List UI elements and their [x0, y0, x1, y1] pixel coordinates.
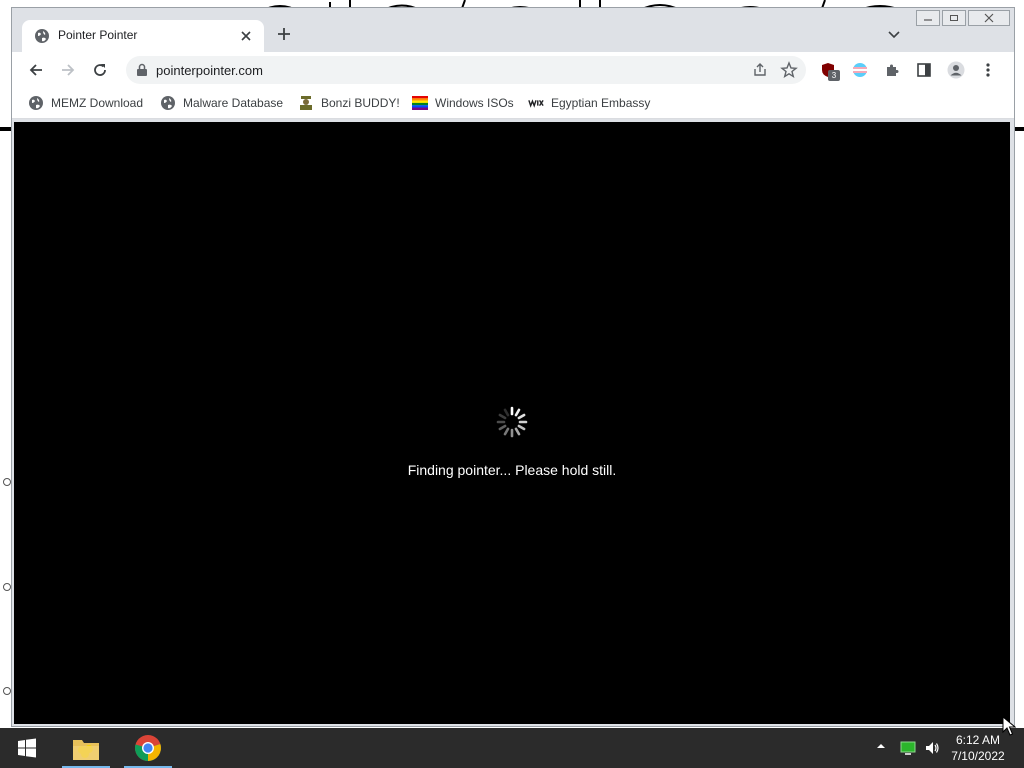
ublock-extension-button[interactable]: 3	[818, 60, 840, 81]
globe-icon	[28, 95, 44, 111]
page-content[interactable]: Finding pointer... Please hold still.	[14, 122, 1010, 724]
loading-spinner-icon	[496, 406, 528, 438]
address-bar[interactable]: pointerpointer.com	[126, 56, 806, 84]
kebab-menu-icon	[986, 63, 990, 77]
start-button[interactable]	[0, 728, 54, 768]
url-text[interactable]: pointerpointer.com	[156, 63, 263, 78]
trans-flag-icon	[853, 63, 867, 77]
status-message: Finding pointer... Please hold still.	[407, 462, 617, 478]
ublock-count-badge: 3	[828, 70, 840, 81]
globe-icon	[160, 95, 176, 111]
show-hidden-icons-chevron-icon[interactable]	[876, 742, 886, 750]
extensions-button[interactable]	[882, 60, 902, 80]
back-button[interactable]	[24, 58, 48, 82]
rainbow-flag-icon	[412, 95, 428, 111]
bookmarks-bar: MEMZ Download Malware Database Bonzi BUD…	[12, 88, 1014, 119]
taskbar-clock[interactable]: 6:12 AM 7/10/2022	[942, 732, 1014, 764]
tab-pointer-pointer[interactable]: Pointer Pointer	[22, 20, 264, 52]
side-panel-button[interactable]	[914, 60, 934, 80]
profile-button[interactable]	[946, 60, 966, 80]
volume-icon[interactable]	[924, 740, 940, 756]
share-icon[interactable]	[752, 62, 768, 78]
close-tab-icon[interactable]	[236, 26, 256, 46]
bonzi-icon	[298, 95, 314, 111]
bookmark-label: Bonzi BUDDY!	[321, 96, 400, 110]
bookmark-memz-download[interactable]: MEMZ Download	[28, 94, 143, 112]
globe-icon	[35, 29, 49, 43]
pride-extension-button[interactable]	[850, 60, 870, 80]
chrome-menu-button[interactable]	[978, 60, 998, 80]
minimize-button[interactable]	[916, 10, 940, 26]
bookmark-egyptian-embassy[interactable]: Egyptian Embassy	[528, 94, 650, 112]
tab-title: Pointer Pointer	[58, 28, 138, 42]
browser-window: Pointer Pointer pointerpointer.com 3 MEM…	[12, 8, 1014, 726]
clock-date: 7/10/2022	[951, 749, 1005, 763]
bookmark-star-icon[interactable]	[780, 61, 798, 79]
taskbar: 6:12 AM 7/10/2022	[0, 728, 1024, 768]
new-tab-button[interactable]	[274, 25, 294, 45]
maximize-button[interactable]	[942, 10, 966, 26]
close-window-button[interactable]	[968, 10, 1010, 26]
mouse-cursor-icon	[1002, 716, 1016, 736]
bookmark-label: Egyptian Embassy	[551, 96, 651, 110]
browser-toolbar: pointerpointer.com 3	[12, 52, 1014, 88]
bookmark-label: Windows ISOs	[435, 96, 514, 110]
bookmark-windows-isos[interactable]: Windows ISOs	[412, 94, 514, 112]
bookmark-malware-database[interactable]: Malware Database	[160, 94, 283, 112]
avatar-icon	[947, 61, 965, 79]
bookmark-label: MEMZ Download	[51, 96, 144, 110]
folder-icon	[73, 740, 99, 760]
tab-strip: Pointer Pointer	[12, 8, 1014, 52]
taskbar-chrome[interactable]	[120, 728, 176, 768]
bookmark-label: Malware Database	[183, 96, 284, 110]
tab-search-chevron-icon[interactable]	[886, 26, 902, 42]
taskbar-file-explorer[interactable]	[58, 728, 114, 768]
reload-button[interactable]	[88, 58, 112, 82]
bookmark-bonzi-buddy[interactable]: Bonzi BUDDY!	[298, 94, 400, 112]
wix-icon	[528, 95, 544, 111]
puzzle-icon	[887, 64, 899, 76]
reload-icon	[94, 64, 106, 76]
network-icon[interactable]	[900, 740, 916, 756]
windows-logo-icon	[18, 738, 36, 758]
wallpaper-dot	[3, 478, 11, 486]
side-panel-icon	[917, 63, 931, 77]
wallpaper-dot	[3, 583, 11, 591]
lock-icon[interactable]	[136, 63, 148, 77]
wallpaper-dot	[3, 687, 11, 695]
arrow-left-icon	[29, 64, 42, 76]
arrow-right-icon	[62, 64, 75, 76]
chrome-icon	[135, 735, 161, 762]
plus-icon	[278, 28, 290, 40]
forward-button[interactable]	[56, 58, 80, 82]
